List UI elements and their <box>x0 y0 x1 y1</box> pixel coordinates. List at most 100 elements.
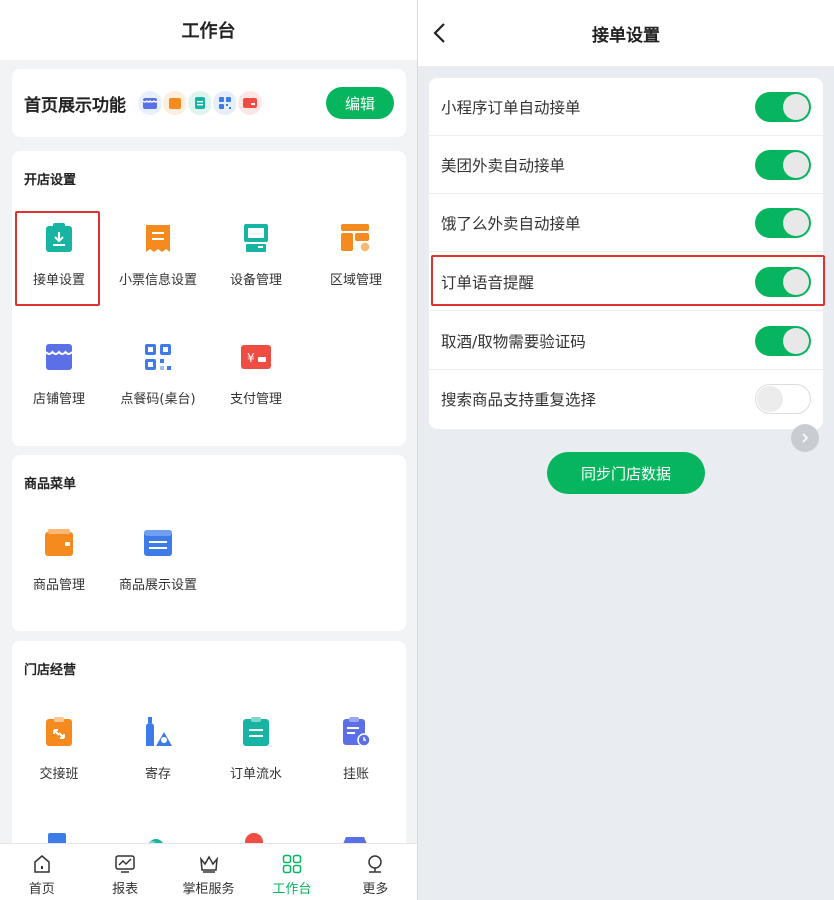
item-label: 点餐码(桌台) <box>120 392 196 407</box>
toggle-knob <box>757 386 783 412</box>
monitor-icon <box>240 222 272 254</box>
clipboard-mini-icon <box>186 89 214 117</box>
scroll-indicator[interactable] <box>791 424 819 452</box>
tab-manager-service[interactable]: 掌柜服务 <box>167 844 250 900</box>
page-title: 工作台 <box>0 0 417 60</box>
setting-label: 饿了么外卖自动接单 <box>441 214 581 233</box>
settings-list: 小程序订单自动接单 美团外卖自动接单 饿了么外卖自动接单 订单语音提醒 取酒/取… <box>429 78 823 429</box>
toggle-switch[interactable] <box>755 384 811 414</box>
settings-header: 接单设置 <box>418 0 834 66</box>
order-flow-item[interactable]: 订单流水 <box>211 716 301 782</box>
clipboard-list-icon <box>240 716 272 748</box>
tab-label: 更多 <box>362 882 389 897</box>
sync-store-data-button[interactable]: 同步门店数据 <box>547 452 705 494</box>
svg-text:¥: ¥ <box>247 351 255 365</box>
setting-label: 美团外卖自动接单 <box>441 156 566 175</box>
highlight-frame <box>15 211 100 306</box>
area-layout-icon <box>340 222 372 254</box>
order-settings-panel: 接单设置 小程序订单自动接单 美团外卖自动接单 饿了么外卖自动接单 订单语音提醒… <box>418 0 834 900</box>
chevron-right-icon <box>802 433 809 443</box>
home-features-card: 首页展示功能 编辑 <box>12 69 406 137</box>
toggle-switch[interactable] <box>755 325 811 356</box>
shift-handover-item[interactable]: 交接班 <box>14 716 104 782</box>
item-label: 订单流水 <box>229 767 282 782</box>
tab-label: 工作台 <box>272 882 312 897</box>
tab-label: 报表 <box>112 882 139 897</box>
item-label: 交接班 <box>39 767 79 782</box>
user-more-icon <box>364 853 386 875</box>
section-title: 商品菜单 <box>24 477 77 492</box>
device-management-item[interactable]: 设备管理 <box>211 222 301 288</box>
handover-icon <box>43 716 75 748</box>
tab-reports[interactable]: 报表 <box>83 844 166 900</box>
table-qrcode-item[interactable]: 点餐码(桌台) <box>113 341 203 407</box>
setting-label: 小程序订单自动接单 <box>441 98 581 117</box>
item-label: 挂账 <box>342 767 369 782</box>
toggle-switch[interactable] <box>755 149 811 180</box>
store-icon <box>43 341 75 373</box>
credit-account-item[interactable]: 挂账 <box>311 716 401 782</box>
bottom-tab-bar: 首页 报表 掌柜服务 工作台 更多 <box>0 843 417 900</box>
wallet-mini-icon <box>161 89 189 117</box>
home-features-title: 首页展示功能 <box>24 95 126 116</box>
section-title: 开店设置 <box>24 173 77 188</box>
toggle-knob <box>783 327 809 354</box>
store-management-item[interactable]: 店铺管理 <box>14 341 104 407</box>
chart-icon <box>114 853 136 875</box>
setting-row: 小程序订单自动接单 <box>429 78 823 136</box>
payment-card-icon: ¥ <box>240 341 272 373</box>
toggle-knob <box>783 209 809 236</box>
area-management-item[interactable]: 区域管理 <box>311 222 401 288</box>
page-title: 接单设置 <box>592 25 660 46</box>
item-label: 商品管理 <box>32 578 85 593</box>
storage-item[interactable]: 寄存 <box>113 716 203 782</box>
qrcode-icon <box>142 341 174 373</box>
back-button[interactable] <box>428 20 452 46</box>
receipt-settings-item[interactable]: 小票信息设置 <box>113 222 203 288</box>
wallet-icon <box>43 527 75 559</box>
menu-section: 商品菜单 商品管理 商品展示设置 <box>12 455 406 631</box>
highlight-frame <box>431 255 825 306</box>
item-label: 设备管理 <box>229 273 282 288</box>
tab-workbench[interactable]: 工作台 <box>250 844 333 900</box>
product-management-item[interactable]: 商品管理 <box>14 527 104 593</box>
tab-more[interactable]: 更多 <box>334 844 417 900</box>
bottle-icon <box>142 716 174 748</box>
credit-clock-icon <box>340 716 372 748</box>
item-label: 商品展示设置 <box>118 578 197 593</box>
operations-section: 门店经营 交接班 寄存 订单流水 挂账 <box>12 641 406 855</box>
item-label: 店铺管理 <box>32 392 85 407</box>
item-label: 小票信息设置 <box>118 273 197 288</box>
tab-home[interactable]: 首页 <box>0 844 83 900</box>
edit-button[interactable]: 编辑 <box>326 87 394 119</box>
setting-label: 搜索商品支持重复选择 <box>441 391 597 409</box>
setting-row: 取酒/取物需要验证码 <box>429 312 823 370</box>
shop-mini-icon <box>136 89 164 117</box>
workbench-panel: 工作台 首页展示功能 编辑 开店设置 接单设置 小票信息设置 设备管理 区域管理… <box>0 0 417 900</box>
item-label: 寄存 <box>144 767 171 782</box>
item-label: 支付管理 <box>229 392 282 407</box>
qrcode-mini-icon <box>211 89 239 117</box>
receipt-icon <box>142 222 174 254</box>
tab-label: 掌柜服务 <box>182 882 235 897</box>
payment-management-item[interactable]: ¥ 支付管理 <box>211 341 301 407</box>
home-features-icons <box>136 89 264 117</box>
screen: 工作台 首页展示功能 编辑 开店设置 接单设置 小票信息设置 设备管理 区域管理… <box>0 0 834 900</box>
crown-icon <box>198 853 220 875</box>
section-title: 门店经营 <box>24 663 77 678</box>
home-icon <box>31 853 53 875</box>
setting-row: 搜索商品支持重复选择 <box>429 370 823 428</box>
payment-mini-icon <box>236 89 264 117</box>
toggle-knob <box>783 151 809 178</box>
chevron-left-icon <box>433 23 445 43</box>
setting-row: 美团外卖自动接单 <box>429 136 823 194</box>
toggle-switch[interactable] <box>755 207 811 238</box>
toggle-switch[interactable] <box>755 91 811 122</box>
setting-row: 饿了么外卖自动接单 <box>429 194 823 252</box>
toggle-knob <box>783 93 809 120</box>
setting-label: 取酒/取物需要验证码 <box>441 332 586 351</box>
item-label: 区域管理 <box>329 273 382 288</box>
grid-icon <box>281 853 303 875</box>
display-board-icon <box>142 527 174 559</box>
product-display-item[interactable]: 商品展示设置 <box>113 527 203 593</box>
